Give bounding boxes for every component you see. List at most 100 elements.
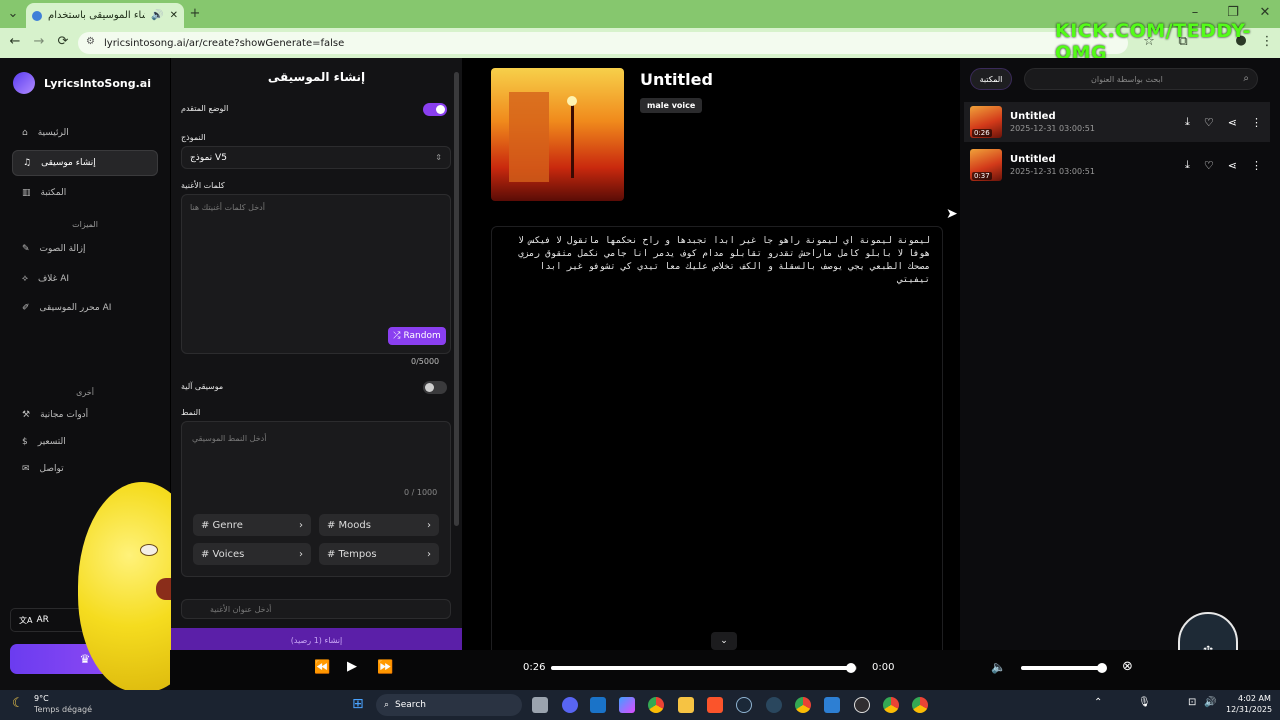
- app-store-icon[interactable]: [824, 697, 840, 713]
- advanced-mode-label: الوضع المتقدم: [181, 104, 229, 113]
- share-icon[interactable]: ⋖: [1228, 159, 1237, 172]
- taskbar-search[interactable]: ⌕ Search: [376, 694, 522, 716]
- brave-icon[interactable]: [707, 697, 723, 713]
- library-item-title: Untitled: [1010, 111, 1056, 122]
- chevron-right-icon: ›: [427, 519, 431, 531]
- url-field[interactable]: ⚙ lyricsintosong.ai/ar/create?showGenera…: [78, 32, 1128, 54]
- volume-icon[interactable]: 🔈: [991, 660, 1006, 674]
- site-favicon-icon: [32, 10, 42, 21]
- minimize-icon[interactable]: –: [1186, 5, 1204, 20]
- tab-title: إنشاء الموسيقى باستخدام AI: [48, 10, 145, 21]
- sidebar-item-remove-vocals[interactable]: ✎ إزالة الصوت: [12, 236, 158, 262]
- sidebar-item-ai-cover[interactable]: ⟡ غلاف AI: [12, 266, 158, 292]
- library-tab[interactable]: المكتبة: [970, 68, 1012, 90]
- window-close-icon[interactable]: ✕: [1256, 5, 1274, 20]
- lyrics-label: كلمات الأغنية: [181, 181, 225, 190]
- sidebar-item-contact[interactable]: ✉ تواصل: [12, 456, 158, 482]
- tray-chevron-icon[interactable]: ⌃: [1094, 697, 1102, 708]
- sidebar-item-home[interactable]: ⌂ الرئيسية: [12, 120, 158, 146]
- instrumental-label: موسيقى آلية: [181, 382, 224, 391]
- heart-icon[interactable]: ♡: [1204, 159, 1214, 172]
- forward-icon[interactable]: →: [30, 34, 48, 49]
- speaker-icon[interactable]: 🔊: [1204, 697, 1216, 708]
- lyrics-text: ليمونة ليمونة اي ليمونة راهو جا غير ابدا…: [518, 236, 930, 285]
- lyrics-textarea[interactable]: أدخل كلمات أغنيتك هنا ⤮ Random: [181, 194, 451, 354]
- model-select[interactable]: نموذج V5 ⇕: [181, 146, 451, 169]
- progress-knob[interactable]: [845, 663, 856, 673]
- random-lyrics-button[interactable]: ⤮ Random: [388, 327, 446, 345]
- chrome-profile-icon[interactable]: [795, 697, 811, 713]
- download-icon[interactable]: ⤓: [1185, 158, 1190, 172]
- chrome-active-icon[interactable]: [912, 697, 928, 713]
- voices-chip[interactable]: # Voices ›: [193, 543, 311, 565]
- heart-icon[interactable]: ♡: [1204, 116, 1214, 129]
- form-scrollbar[interactable]: [454, 72, 459, 526]
- steam-alt-icon[interactable]: [766, 697, 782, 713]
- audio-player-bar: ⏪ ▶ ⏩ 0:26 0:00 🔈 ⊗: [170, 650, 1280, 690]
- instrumental-toggle[interactable]: [423, 381, 447, 394]
- lyrics-char-count: 0/5000: [411, 357, 440, 366]
- search-icon: ⌕: [384, 700, 390, 710]
- tempos-chip[interactable]: # Tempos ›: [319, 543, 439, 565]
- new-tab-icon[interactable]: +: [186, 6, 204, 21]
- expand-down-button[interactable]: ⌄: [711, 632, 737, 650]
- song-cover-art: [491, 68, 624, 201]
- steam-icon[interactable]: [736, 697, 752, 713]
- windows-start-icon[interactable]: ⊞: [352, 696, 364, 712]
- sidebar-item-create-music[interactable]: ♫ إنشاء موسيقى: [12, 150, 158, 176]
- microphone-icon[interactable]: 🎙: [1138, 697, 1151, 708]
- search-icon[interactable]: ⌕: [1243, 73, 1249, 84]
- tab-close-icon[interactable]: ✕: [170, 10, 178, 21]
- advanced-mode-toggle[interactable]: [423, 103, 447, 116]
- copilot-icon[interactable]: [619, 697, 635, 713]
- song-thumbnail: 0:37: [970, 149, 1002, 181]
- sidebar-item-library[interactable]: ▥ المكتبة: [12, 180, 158, 206]
- rewind-icon[interactable]: ⏪: [314, 660, 330, 675]
- maximize-icon[interactable]: ❐: [1224, 5, 1242, 20]
- volume-knob[interactable]: [1096, 663, 1107, 673]
- moods-chip[interactable]: # Moods ›: [319, 514, 439, 536]
- sidebar-item-free-tools[interactable]: ⚒ أدوات مجانية: [12, 402, 158, 428]
- site-info-icon[interactable]: ⚙: [86, 36, 95, 47]
- genre-chip[interactable]: # Genre ›: [193, 514, 311, 536]
- close-player-icon[interactable]: ⊗: [1122, 659, 1133, 674]
- chrome-app-icon[interactable]: [883, 697, 899, 713]
- outlook-icon[interactable]: [590, 697, 606, 713]
- collapse-sidebar-icon[interactable]: ‹: [142, 76, 146, 89]
- download-icon[interactable]: ⤓: [1185, 115, 1190, 129]
- play-icon[interactable]: ▶: [347, 659, 357, 674]
- discord-icon[interactable]: [562, 697, 578, 713]
- more-options-icon[interactable]: ⋮: [1251, 159, 1262, 172]
- sidebar-item-pricing[interactable]: $ التسعير: [12, 429, 158, 455]
- create-button[interactable]: إنشاء (1 رصيد): [171, 628, 462, 652]
- progress-track[interactable]: [551, 663, 857, 673]
- select-arrows-icon: ⇕: [435, 153, 442, 162]
- other-heading: أخرى: [76, 388, 94, 397]
- fast-forward-icon[interactable]: ⏩: [377, 660, 393, 675]
- crown-icon: ♛: [79, 652, 91, 666]
- wand-icon: ✎: [22, 244, 30, 254]
- browser-tab[interactable]: إنشاء الموسيقى باستخدام AI 🔊 ✕: [26, 3, 184, 28]
- file-explorer-icon[interactable]: [532, 697, 548, 713]
- library-search-input[interactable]: ابحث بواسطة العنوان ⌕: [1024, 68, 1258, 90]
- tab-menu-icon[interactable]: ⌄: [4, 6, 22, 21]
- song-title-input[interactable]: أدخل عنوان الأغنية: [181, 599, 451, 619]
- library-item[interactable]: 0:26 Untitled 2025-12-31 03:00:51 ⤓ ♡ ⋖ …: [964, 102, 1270, 142]
- chevron-down-icon: ⌄: [720, 636, 728, 646]
- url-text: lyricsintosong.ai/ar/create?showGenerate…: [104, 37, 345, 49]
- volume-track[interactable]: [1021, 663, 1107, 673]
- chrome-icon[interactable]: [648, 697, 664, 713]
- weather-description: Temps dégagé: [34, 705, 93, 714]
- back-icon[interactable]: ←: [6, 34, 24, 49]
- obs-icon[interactable]: [854, 697, 870, 713]
- song-thumbnail: 0:26: [970, 106, 1002, 138]
- library-item[interactable]: 0:37 Untitled 2025-12-31 03:00:51 ⤓ ♡ ⋖ …: [964, 145, 1270, 185]
- network-icon[interactable]: ⊡: [1188, 697, 1196, 708]
- more-options-icon[interactable]: ⋮: [1251, 116, 1262, 129]
- brand-logo: [13, 72, 35, 94]
- reload-icon[interactable]: ⟳: [54, 34, 72, 49]
- sidebar-item-ai-music-editor[interactable]: ✐ محرر الموسيقى AI: [12, 295, 158, 321]
- volume-fill: [1021, 666, 1102, 670]
- folder-icon[interactable]: [678, 697, 694, 713]
- share-icon[interactable]: ⋖: [1228, 116, 1237, 129]
